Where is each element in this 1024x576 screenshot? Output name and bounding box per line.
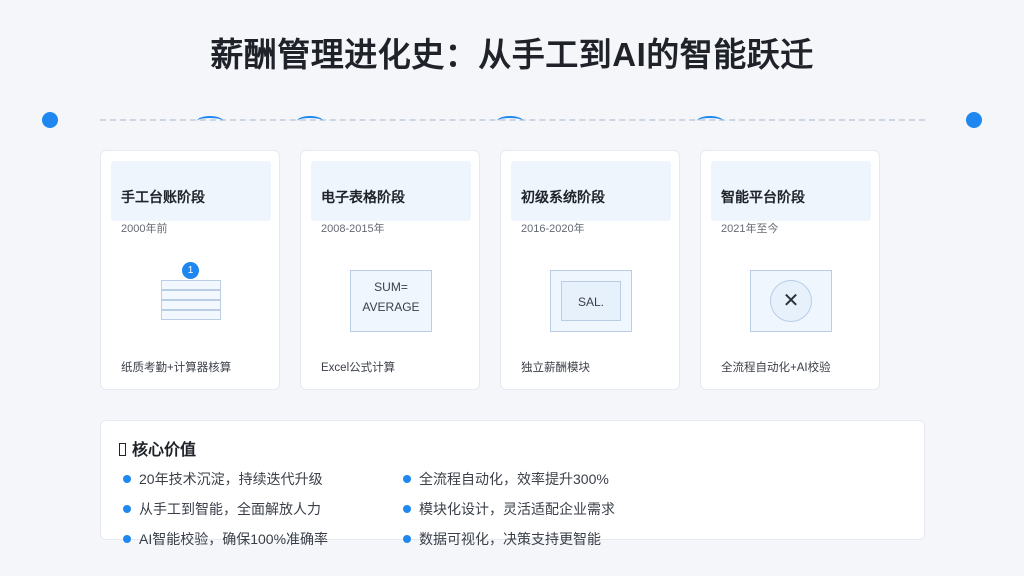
- bullet-dot-icon: [123, 505, 131, 513]
- timeline-marker-4: [697, 116, 723, 126]
- value-text: 从手工到智能，全面解放人力: [139, 501, 321, 517]
- bullet-dot-icon: [403, 475, 411, 483]
- card-period: 2008-2015年: [321, 223, 385, 235]
- timeline-start-dot: [42, 112, 58, 128]
- card-period: 2016-2020年: [521, 223, 585, 235]
- card-description: 纸质考勤+计算器核算: [121, 362, 232, 374]
- timeline-marker-1: [197, 116, 223, 126]
- salary-module-icon: SAL.: [550, 270, 632, 332]
- card-description: 全流程自动化+AI校验: [721, 362, 831, 374]
- value-bullet: 全流程自动化，效率提升300%: [403, 469, 609, 489]
- formula-line: AVERAGE: [362, 300, 420, 314]
- card-period: 2021年至今: [721, 223, 779, 235]
- bullet-dot-icon: [403, 535, 411, 543]
- value-text: AI智能校验，确保100%准确率: [139, 531, 329, 547]
- card-title: 智能平台阶段: [721, 189, 805, 205]
- ai-platform-icon: ✕: [750, 270, 832, 332]
- value-text: 模块化设计，灵活适配企业需求: [419, 501, 615, 517]
- bullet-dot-icon: [403, 505, 411, 513]
- core-value-title-text: 核心价值: [132, 442, 197, 459]
- value-bullet: 从手工到智能，全面解放人力: [123, 499, 321, 519]
- core-value-title: 核心价值: [119, 436, 196, 460]
- value-bullet: 20年技术沉淀，持续迭代升级: [123, 469, 323, 489]
- timeline-end-dot: [966, 112, 982, 128]
- page-title: 薪酬管理进化史：从手工到AI的智能跃迁: [210, 36, 814, 73]
- card-title: 电子表格阶段: [321, 189, 405, 205]
- value-bullet: 模块化设计，灵活适配企业需求: [403, 499, 615, 519]
- stage-card-manual-ledger: 手工台账阶段 2000年前 1 纸质考勤+计算器核算: [100, 150, 280, 390]
- bullet-dot-icon: [123, 535, 131, 543]
- value-text: 全流程自动化，效率提升300%: [419, 471, 609, 487]
- stage-card-intelligent-platform: 智能平台阶段 2021年至今 ✕ 全流程自动化+AI校验: [700, 150, 880, 390]
- salary-module-label: SAL.: [561, 281, 621, 321]
- value-text: 数据可视化，决策支持更智能: [419, 531, 601, 547]
- stage-card-spreadsheet: 电子表格阶段 2008-2015年 SUM= AVERAGE Excel公式计算: [300, 150, 480, 390]
- timeline-marker-2: [297, 116, 323, 126]
- spreadsheet-formula-icon: SUM= AVERAGE: [350, 270, 432, 332]
- value-bullet: 数据可视化，决策支持更智能: [403, 529, 601, 549]
- value-bullet: AI智能校验，确保100%准确率: [123, 529, 328, 549]
- formula-line: SUM=: [374, 280, 408, 294]
- close-icon: ✕: [770, 280, 812, 322]
- card-period: 2000年前: [121, 223, 168, 235]
- card-title: 手工台账阶段: [121, 189, 205, 205]
- missing-glyph-icon: [119, 443, 126, 456]
- value-text: 20年技术沉淀，持续迭代升级: [139, 471, 323, 487]
- timeline-marker-3: [497, 116, 523, 126]
- card-title: 初级系统阶段: [521, 189, 605, 205]
- core-value-panel: 核心价值 20年技术沉淀，持续迭代升级 从手工到智能，全面解放人力 AI智能校验…: [100, 420, 925, 547]
- card-description: Excel公式计算: [321, 362, 396, 374]
- card-description: 独立薪酬模块: [521, 362, 590, 374]
- bullet-dot-icon: [123, 475, 131, 483]
- stage-card-basic-system: 初级系统阶段 2016-2020年 SAL. 独立薪酬模块: [500, 150, 680, 390]
- step-badge: 1: [182, 262, 199, 279]
